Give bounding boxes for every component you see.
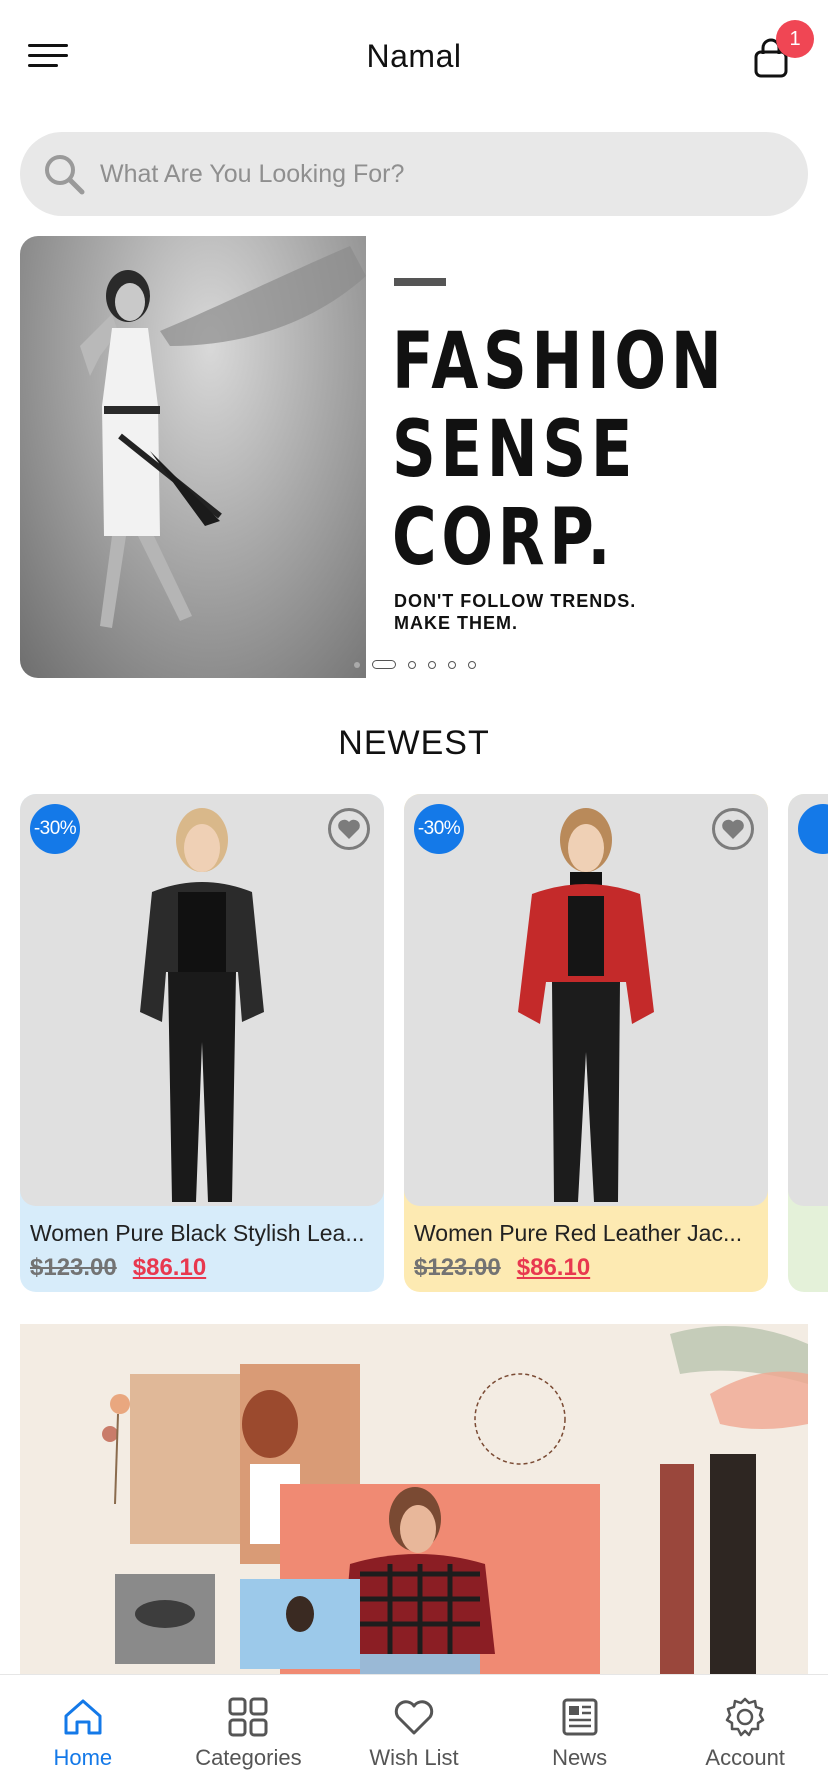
product-prices: $123.00 $86.10 bbox=[414, 1254, 590, 1282]
top-bar: Namal 1 bbox=[0, 0, 828, 115]
nav-label: Categories bbox=[195, 1745, 302, 1770]
nav-label: Account bbox=[705, 1745, 785, 1770]
carousel-dot[interactable] bbox=[408, 660, 416, 669]
product-image[interactable] bbox=[404, 794, 768, 1206]
carousel-dot-active[interactable] bbox=[372, 660, 396, 669]
nav-account[interactable]: Account bbox=[662, 1675, 828, 1792]
product-card[interactable]: -30% Women Pure Red Leather Jac... $123.… bbox=[404, 794, 768, 1292]
newspaper-icon bbox=[562, 1698, 598, 1736]
nav-label: Wish List bbox=[369, 1745, 459, 1770]
heart-icon bbox=[394, 1700, 434, 1735]
grid-icon bbox=[228, 1697, 268, 1737]
nav-wishlist[interactable]: Wish List bbox=[331, 1675, 497, 1792]
carousel-dot[interactable] bbox=[354, 661, 360, 668]
sale-price: $86.10 bbox=[516, 1254, 591, 1281]
section-title-newest: NEWEST bbox=[338, 724, 490, 762]
add-to-wishlist-button[interactable] bbox=[328, 808, 370, 850]
discount-badge: -30% bbox=[30, 804, 80, 854]
search-icon bbox=[45, 155, 85, 195]
collection-artwork bbox=[20, 1324, 808, 1674]
hero-banner[interactable]: FASHION SENSE CORP. DON'T FOLLOW TRENDS.… bbox=[20, 236, 808, 678]
bottom-navigation: Home Categories Wish List News Account bbox=[0, 1674, 828, 1792]
nav-label: News bbox=[552, 1745, 608, 1770]
product-card[interactable]: -30% Women Pure Black Stylish Lea... $12… bbox=[20, 794, 384, 1292]
product-name[interactable]: Women Pure Black Stylish Lea... bbox=[30, 1220, 374, 1247]
hero-accent-dash bbox=[394, 278, 446, 286]
original-price: $123.00 bbox=[414, 1254, 501, 1281]
original-price: $123.00 bbox=[30, 1254, 117, 1281]
add-to-wishlist-button[interactable] bbox=[712, 808, 754, 850]
heart-icon bbox=[338, 819, 360, 839]
search-input[interactable] bbox=[100, 132, 780, 216]
home-icon bbox=[64, 1699, 102, 1735]
carousel-dot[interactable] bbox=[428, 660, 436, 669]
gear-icon bbox=[725, 1697, 765, 1737]
heart-icon bbox=[722, 819, 744, 839]
product-image[interactable] bbox=[788, 794, 828, 1206]
search-bar[interactable] bbox=[20, 132, 808, 216]
product-carousel[interactable]: -30% Women Pure Black Stylish Lea... $12… bbox=[20, 794, 828, 1294]
nav-news[interactable]: News bbox=[497, 1675, 663, 1792]
product-name[interactable]: Women Pure Red Leather Jac... bbox=[414, 1220, 758, 1247]
nav-categories[interactable]: Categories bbox=[166, 1675, 332, 1792]
product-prices: $123.00 $86.10 bbox=[30, 1254, 206, 1282]
hero-tagline: DON'T FOLLOW TRENDS. MAKE THEM. bbox=[394, 591, 637, 633]
hero-headline: FASHION SENSE CORP. bbox=[392, 317, 727, 583]
cart-count-badge: 1 bbox=[776, 20, 814, 58]
carousel-dot[interactable] bbox=[448, 660, 456, 669]
app-title: Namal bbox=[366, 38, 462, 74]
carousel-indicator bbox=[354, 660, 476, 669]
product-card-partial[interactable] bbox=[788, 794, 828, 1292]
nav-label: Home bbox=[53, 1745, 113, 1770]
discount-badge: -30% bbox=[414, 804, 464, 854]
carousel-dot[interactable] bbox=[468, 660, 476, 669]
nav-home[interactable]: Home bbox=[0, 1675, 166, 1792]
product-image[interactable] bbox=[20, 794, 384, 1206]
sale-price: $86.10 bbox=[132, 1254, 207, 1281]
app-screen: Namal 1 What Are You Looking For? FASHIO… bbox=[0, 0, 828, 1792]
collection-banner[interactable] bbox=[20, 1324, 808, 1674]
hero-model-photo bbox=[20, 236, 366, 678]
